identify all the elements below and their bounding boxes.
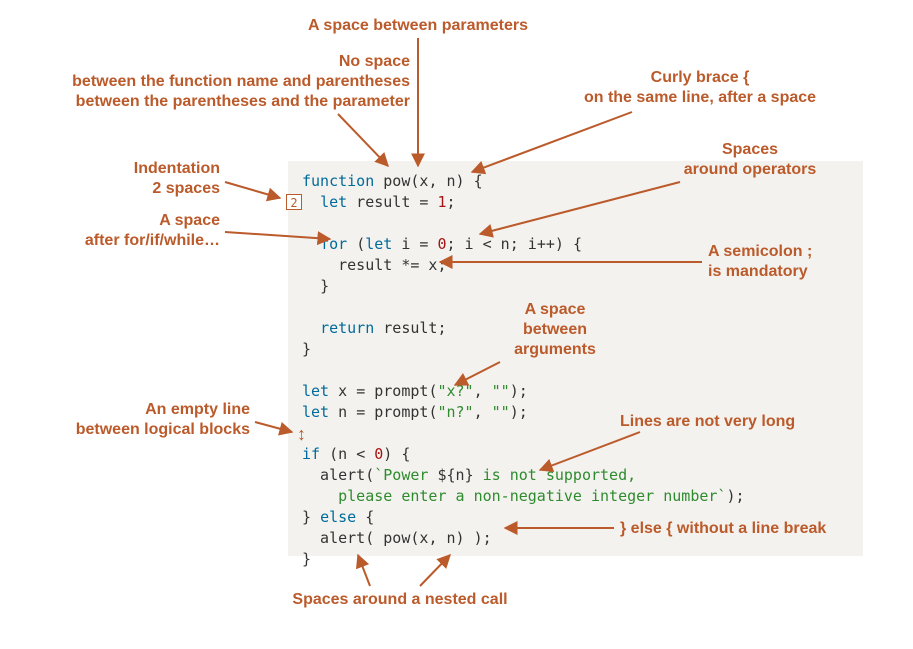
- label-no-space-fn: No space between the function name and p…: [10, 52, 410, 112]
- label-else-no-break: } else { without a line break: [620, 519, 900, 539]
- label-spaces-operators: Spaces around operators: [640, 140, 860, 180]
- label-indent-2: Indentation 2 spaces: [60, 159, 220, 199]
- label-empty-line: An empty line between logical blocks: [40, 400, 250, 440]
- code-text: function pow(x, n) { let result = 1; for…: [302, 171, 849, 570]
- label-space-args: A space between arguments: [475, 300, 635, 360]
- label-curly-same-line: Curly brace { on the same line, after a …: [550, 68, 850, 108]
- updown-arrow-icon: ↕: [297, 424, 306, 445]
- label-semicolon: A semicolon ; is mandatory: [708, 242, 878, 282]
- diagram-stage: function pow(x, n) { let result = 1; for…: [0, 0, 913, 649]
- label-space-after-for: A space after for/if/while…: [40, 211, 220, 251]
- label-lines-not-long: Lines are not very long: [620, 412, 880, 432]
- label-space-between-params: A space between parameters: [268, 16, 568, 36]
- indent-badge: 2: [286, 194, 302, 210]
- label-spaces-nested: Spaces around a nested call: [260, 590, 540, 610]
